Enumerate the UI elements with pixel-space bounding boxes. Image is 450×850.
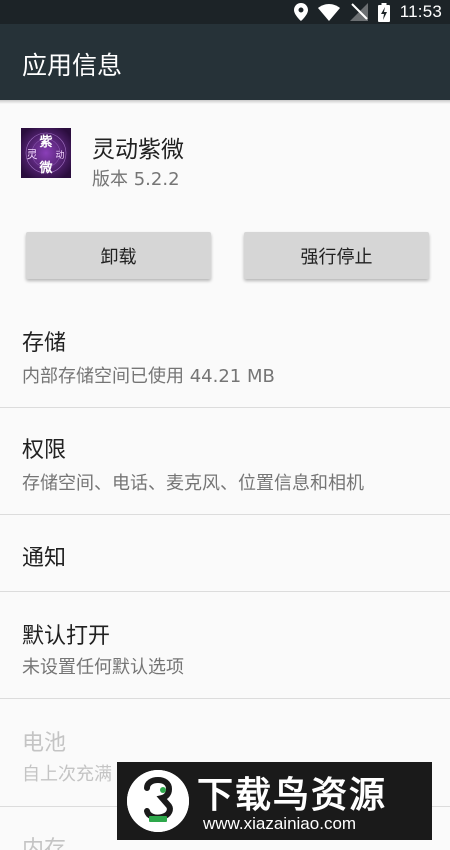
app-bar-shadow	[0, 100, 450, 104]
permissions-row[interactable]: 权限 存储空间、电话、麦克风、位置信息和相机	[0, 408, 450, 514]
notifications-title: 通知	[22, 546, 67, 571]
battery-title: 电池	[22, 731, 67, 756]
app-version: 版本 5.2.2	[92, 169, 180, 190]
battery-subtitle: 自上次充满	[22, 764, 112, 785]
permissions-title: 权限	[22, 438, 67, 463]
location-icon	[293, 3, 308, 21]
storage-title: 存储	[22, 331, 67, 356]
page-title: 应用信息	[22, 51, 123, 80]
app-header: 紫 灵 动 微 灵动紫微 版本 5.2.2	[0, 110, 450, 210]
svg-text:动: 动	[55, 150, 64, 161]
svg-text:紫: 紫	[39, 134, 52, 150]
force-stop-button[interactable]: 强行停止	[244, 232, 429, 279]
watermark-url: www.xiazainiao.com	[203, 814, 357, 833]
app-name: 灵动紫微	[92, 137, 184, 163]
watermark-title: 下载鸟资源	[197, 775, 388, 816]
open-by-default-row[interactable]: 默认打开 未设置任何默认选项	[0, 592, 450, 698]
wifi-icon	[317, 3, 340, 21]
storage-subtitle: 内部存储空间已使用 44.21 MB	[22, 366, 275, 387]
status-time: 11:53	[399, 2, 442, 21]
open-by-default-subtitle: 未设置任何默认选项	[22, 657, 184, 678]
svg-text:微: 微	[38, 160, 53, 176]
svg-text:灵: 灵	[27, 148, 38, 161]
storage-row[interactable]: 存储 内部存储空间已使用 44.21 MB	[0, 305, 450, 407]
memory-title: 内存	[22, 837, 67, 850]
open-by-default-title: 默认打开	[22, 624, 111, 649]
watermark-banner: 下载鸟资源 www.xiazainiao.com	[117, 762, 432, 840]
no-signal-icon	[349, 3, 368, 21]
app-bar: 应用信息	[0, 24, 450, 100]
status-icons: 11:53	[293, 0, 442, 24]
app-logo-graphic: 紫 灵 动 微	[21, 128, 71, 178]
status-bar: 11:53	[0, 0, 450, 24]
notifications-row[interactable]: 通知	[0, 515, 450, 591]
uninstall-button[interactable]: 卸载	[26, 232, 211, 279]
app-icon: 紫 灵 动 微	[21, 128, 71, 178]
watermark-logo-icon	[127, 770, 189, 832]
permissions-subtitle: 存储空间、电话、麦克风、位置信息和相机	[22, 473, 364, 494]
battery-charging-icon	[377, 2, 390, 22]
